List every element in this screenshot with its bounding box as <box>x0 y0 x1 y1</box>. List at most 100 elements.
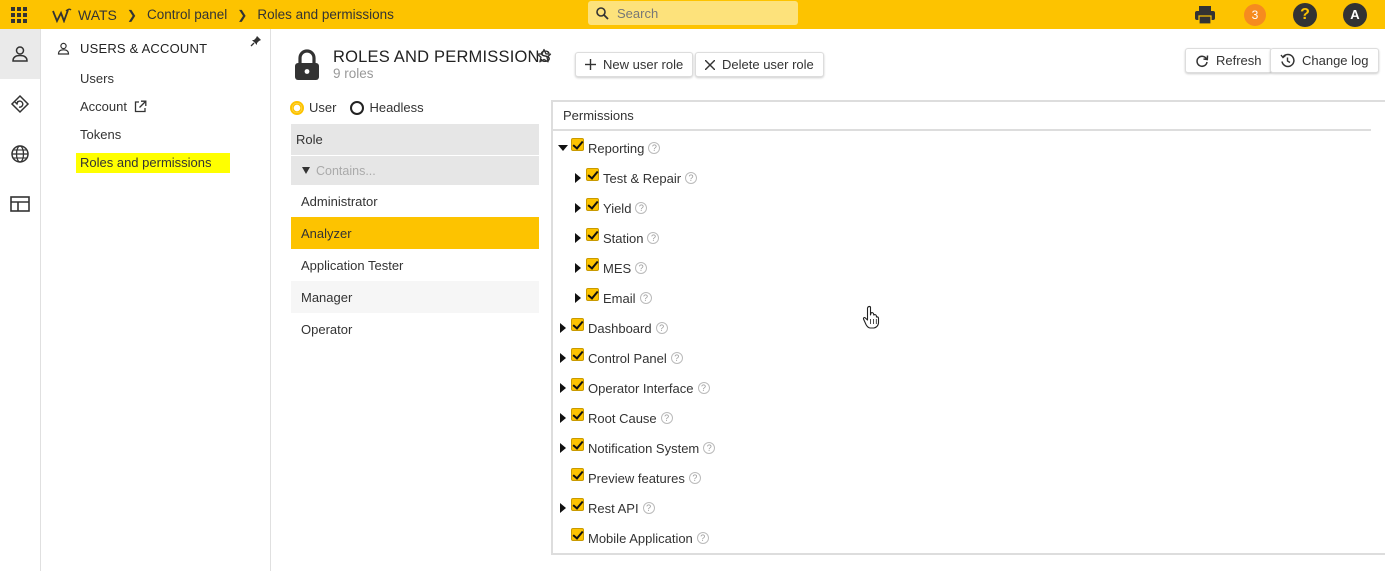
radio-user-label: User <box>309 100 337 115</box>
expand-toggle[interactable] <box>573 203 583 213</box>
nav-link-tokens[interactable]: Tokens <box>80 127 121 142</box>
layout-icon <box>10 196 30 212</box>
search-input[interactable] <box>617 5 787 21</box>
permission-checkbox[interactable] <box>571 317 584 331</box>
help-button[interactable]: ? <box>1293 2 1317 27</box>
new-user-role-button[interactable]: New user role <box>575 52 694 77</box>
caret-right-icon <box>575 293 581 303</box>
help-circle-icon[interactable]: ? <box>635 262 648 274</box>
favorite-button[interactable] <box>536 48 552 67</box>
permission-checkbox[interactable] <box>571 407 584 421</box>
radio-user[interactable] <box>290 100 304 115</box>
permission-label: Preview features <box>588 470 685 486</box>
account-menu-button[interactable]: A <box>1343 2 1367 27</box>
nav-link-roles-and-permissions[interactable]: Roles and permissions <box>76 153 230 173</box>
permission-row-mes: MES? <box>573 257 648 278</box>
expand-toggle <box>558 533 568 543</box>
top-bar: WATS ❯ Control panel ❯ Roles and permiss… <box>0 0 1385 29</box>
rail-item-users[interactable] <box>0 29 40 79</box>
pin-button[interactable] <box>250 35 262 50</box>
filter-icon <box>302 167 310 174</box>
help-circle-icon[interactable]: ? <box>647 232 660 244</box>
permission-checkbox[interactable] <box>571 377 584 391</box>
help-circle-icon[interactable]: ? <box>635 202 648 214</box>
app-name: WATS <box>78 6 117 23</box>
notifications-button[interactable]: 3 <box>1243 3 1267 27</box>
button-label: Refresh <box>1216 53 1262 68</box>
radio-headless[interactable] <box>350 100 365 115</box>
print-button[interactable] <box>1193 3 1217 27</box>
role-filter[interactable]: Contains... <box>291 155 539 185</box>
role-item-application-tester[interactable]: Application Tester <box>291 249 539 281</box>
expand-toggle[interactable] <box>558 503 568 513</box>
expand-toggle[interactable] <box>573 173 583 183</box>
breadcrumb-control-panel[interactable]: Control panel <box>147 7 227 22</box>
rail-item-history[interactable] <box>0 79 40 129</box>
expand-toggle[interactable] <box>558 323 568 333</box>
caret-right-icon <box>560 353 566 363</box>
caret-right-icon <box>575 233 581 243</box>
caret-right-icon <box>560 503 566 513</box>
help-circle-icon[interactable]: ? <box>660 412 673 424</box>
role-item-administrator[interactable]: Administrator <box>291 185 539 217</box>
permission-label: Email <box>603 290 636 306</box>
permission-checkbox[interactable] <box>571 347 584 361</box>
permission-checkbox[interactable] <box>586 287 599 301</box>
refresh-icon <box>1195 54 1209 68</box>
help-circle-icon[interactable]: ? <box>639 292 652 304</box>
collapse-toggle[interactable] <box>558 143 568 153</box>
permission-checkbox[interactable] <box>586 257 599 271</box>
permission-checkbox[interactable] <box>586 227 599 241</box>
permission-label: Station <box>603 230 644 246</box>
permission-checkbox[interactable] <box>571 497 584 511</box>
expand-toggle[interactable] <box>558 353 568 363</box>
refresh-button[interactable]: Refresh <box>1185 48 1272 73</box>
rail-item-globe[interactable] <box>0 129 40 179</box>
help-circle-icon[interactable]: ? <box>688 472 701 484</box>
help-circle-icon[interactable]: ? <box>670 352 683 364</box>
permission-row-rest-api: Rest API? <box>558 497 655 518</box>
role-item-manager[interactable]: Manager <box>291 281 539 313</box>
help-circle-icon[interactable]: ? <box>703 442 716 454</box>
role-item-operator[interactable]: Operator <box>291 313 539 345</box>
delete-user-role-button[interactable]: Delete user role <box>695 52 824 77</box>
star-icon <box>536 48 552 63</box>
rail-item-layout[interactable] <box>0 179 40 229</box>
permission-row-station: Station? <box>573 227 660 248</box>
page-subtitle: 9 roles <box>333 66 374 81</box>
permission-checkbox[interactable] <box>586 167 599 181</box>
expand-toggle[interactable] <box>558 413 568 423</box>
role-column-header[interactable]: Role <box>291 124 539 155</box>
change-log-button[interactable]: Change log <box>1270 48 1379 73</box>
top-right-actions: 3 ? A <box>1167 0 1367 29</box>
help-circle-icon[interactable]: ? <box>685 172 698 184</box>
role-item-analyzer[interactable]: Analyzer <box>291 217 539 249</box>
user-icon <box>57 42 70 55</box>
help-circle-icon[interactable]: ? <box>648 142 661 154</box>
help-circle-icon[interactable]: ? <box>697 382 710 394</box>
permission-row-control-panel: Control Panel? <box>558 347 683 368</box>
permission-checkbox[interactable] <box>571 437 584 451</box>
expand-toggle[interactable] <box>558 443 568 453</box>
permission-checkbox[interactable] <box>571 527 584 541</box>
expand-toggle[interactable] <box>558 383 568 393</box>
app-logo-link[interactable]: WATS <box>52 7 117 23</box>
help-circle-icon[interactable]: ? <box>655 322 668 334</box>
nav-link-account[interactable]: Account <box>80 99 147 114</box>
nav-link-label: Roles and permissions <box>80 155 212 170</box>
search-icon <box>596 6 609 20</box>
app-launcher-button[interactable] <box>0 0 38 29</box>
nav-link-label: Users <box>80 71 114 86</box>
help-circle-icon[interactable]: ? <box>642 502 655 514</box>
permission-checkbox[interactable] <box>571 467 584 481</box>
help-circle-icon[interactable]: ? <box>696 532 709 544</box>
expand-toggle[interactable] <box>573 233 583 243</box>
expand-toggle[interactable] <box>573 293 583 303</box>
role-type-selector: User Headless <box>290 100 424 115</box>
nav-link-users[interactable]: Users <box>80 71 114 86</box>
expand-toggle[interactable] <box>573 263 583 273</box>
breadcrumb-roles-and-permissions[interactable]: Roles and permissions <box>257 7 394 22</box>
role-filter-placeholder: Contains... <box>316 163 376 178</box>
permission-checkbox[interactable] <box>571 137 584 151</box>
permission-checkbox[interactable] <box>586 197 599 211</box>
